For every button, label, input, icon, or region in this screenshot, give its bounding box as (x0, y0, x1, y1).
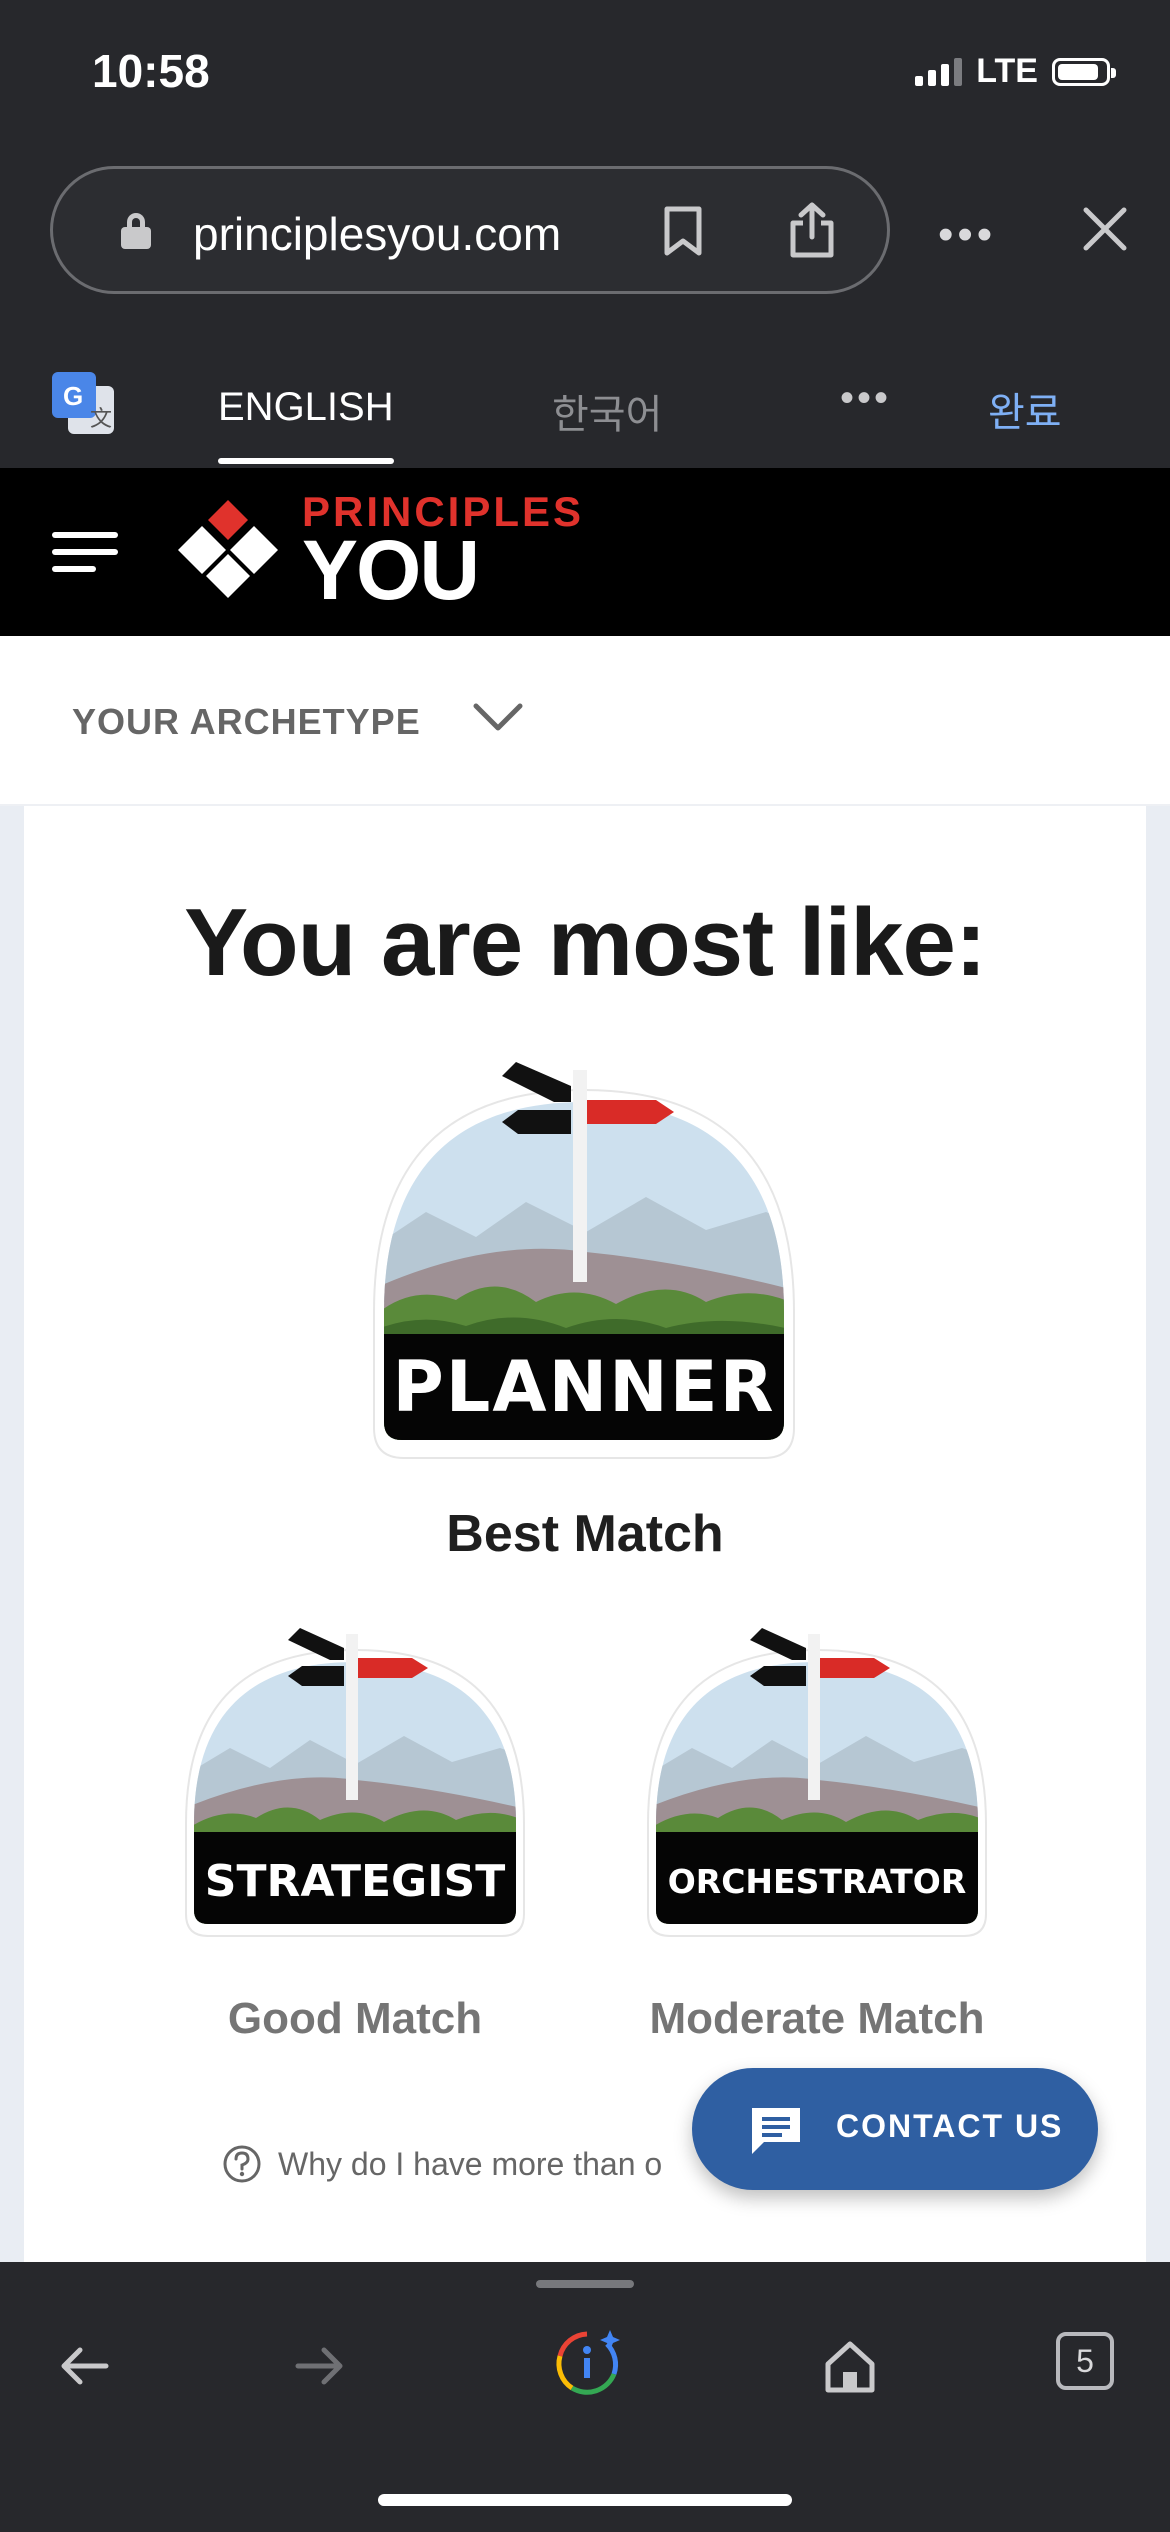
more-options-icon[interactable]: ••• (938, 210, 996, 260)
why-multiple-link[interactable]: Why do I have more than o (222, 2144, 662, 2184)
help-circle-icon (223, 2145, 261, 2183)
home-icon[interactable] (820, 2336, 880, 2396)
chat-icon (752, 2108, 800, 2154)
contact-us-label[interactable]: CONTACT US (836, 2108, 1063, 2145)
best-match-label: Best Match (446, 1505, 724, 1563)
back-arrow-icon[interactable] (54, 2336, 114, 2396)
status-indicators: LTE (915, 52, 1116, 91)
home-indicator (378, 2494, 792, 2506)
translate-done-button[interactable]: 완료 (988, 380, 1062, 438)
url-text[interactable]: principlesyou.com (193, 207, 561, 261)
close-icon[interactable] (1080, 204, 1130, 254)
google-translate-icon[interactable]: G 文 (50, 370, 118, 438)
battery-icon (1052, 57, 1116, 86)
tab-korean[interactable]: 한국어 (552, 382, 662, 440)
strategist-badge-label: STRATEGIST (204, 1856, 506, 1907)
good-match-label: Good Match (227, 1994, 483, 2043)
translate-more-icon[interactable]: ••• (840, 376, 891, 421)
planner-badge-label: PLANNER (392, 1346, 776, 1428)
logo-you-text[interactable]: YOU (302, 528, 480, 612)
signal-icon (915, 57, 963, 86)
orchestrator-badge-label: ORCHESTRATOR (667, 1862, 967, 1901)
results-headline: You are most like: (184, 889, 987, 996)
tab-english-indicator (218, 458, 394, 464)
forward-arrow-icon[interactable] (290, 2336, 350, 2396)
svg-text:文: 文 (90, 407, 112, 432)
moderate-match-label: Moderate Match (649, 1994, 985, 2043)
archetype-dropdown-label[interactable]: YOUR ARCHETYPE (72, 701, 421, 743)
contact-us-button[interactable]: CONTACT US (692, 2068, 1098, 2190)
google-assistant-icon[interactable] (552, 2328, 622, 2398)
network-label: LTE (976, 52, 1038, 90)
toolbar-grabber[interactable] (536, 2280, 634, 2288)
tabs-count-button[interactable]: 5 (1056, 2332, 1114, 2390)
svg-text:G: G (63, 381, 83, 411)
share-icon[interactable] (787, 201, 837, 259)
lock-icon (121, 213, 151, 249)
chevron-down-icon[interactable] (470, 700, 526, 736)
why-multiple-text[interactable]: Why do I have more than o (278, 2146, 662, 2183)
tab-english[interactable]: ENGLISH (218, 385, 394, 430)
status-time: 10:58 (92, 45, 210, 97)
menu-icon[interactable] (52, 532, 118, 572)
address-bar[interactable]: principlesyou.com (50, 166, 890, 294)
principles-logo-icon[interactable] (174, 496, 282, 604)
bookmark-icon[interactable] (663, 205, 703, 257)
